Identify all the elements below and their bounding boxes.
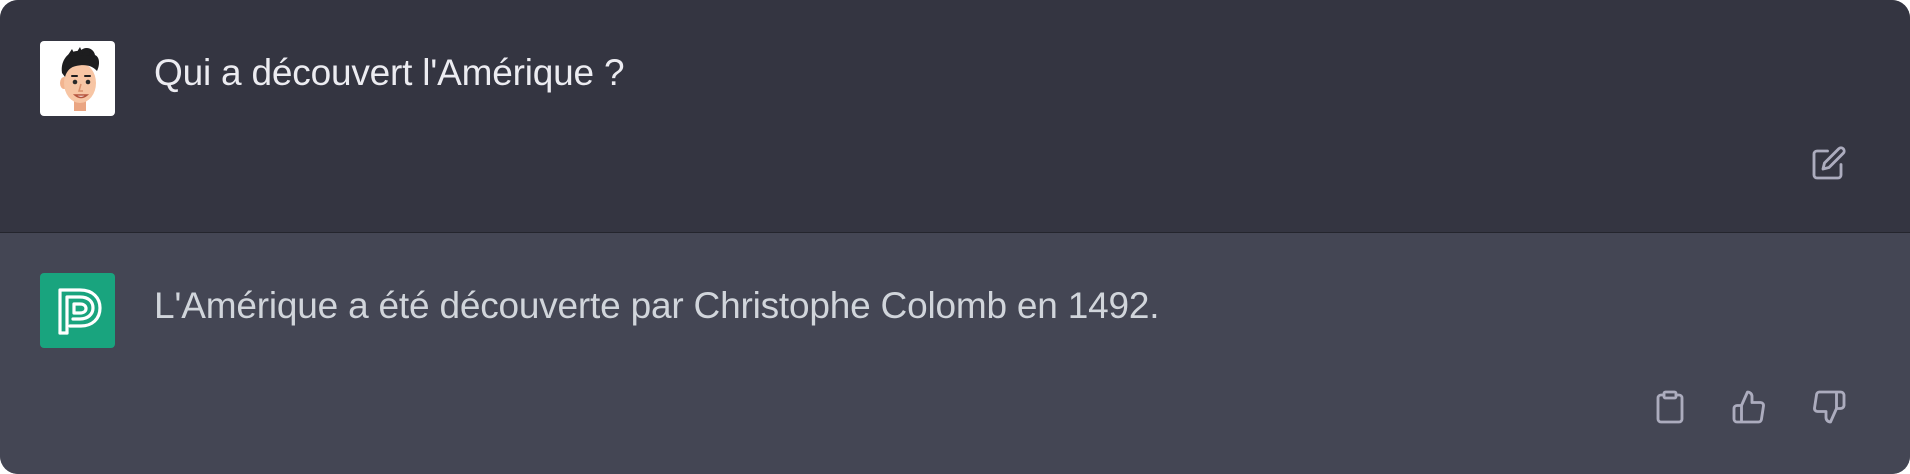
thumbs-up-icon: [1732, 390, 1765, 424]
chat-card: Qui a découvert l'Amérique ? L'Amérique …: [0, 0, 1910, 474]
user-message-text: Qui a découvert l'Amérique ?: [154, 52, 625, 93]
edit-button[interactable]: [1805, 139, 1853, 187]
assistant-message-text: L'Amérique a été découverte par Christop…: [154, 285, 1160, 326]
assistant-logo-icon: [58, 288, 102, 335]
assistant-message-row: L'Amérique a été découverte par Christop…: [0, 233, 1910, 474]
edit-icon: [1812, 146, 1846, 180]
thumbs-down-icon: [1813, 390, 1846, 424]
user-avatar-icon: [60, 47, 100, 111]
assistant-avatar: [40, 273, 115, 348]
copy-button[interactable]: [1646, 383, 1694, 431]
thumbs-down-button[interactable]: [1805, 383, 1853, 431]
user-message-row: Qui a découvert l'Amérique ?: [0, 0, 1910, 233]
thumbs-up-button[interactable]: [1725, 383, 1773, 431]
clipboard-icon: [1656, 390, 1684, 424]
user-avatar: [40, 41, 115, 116]
